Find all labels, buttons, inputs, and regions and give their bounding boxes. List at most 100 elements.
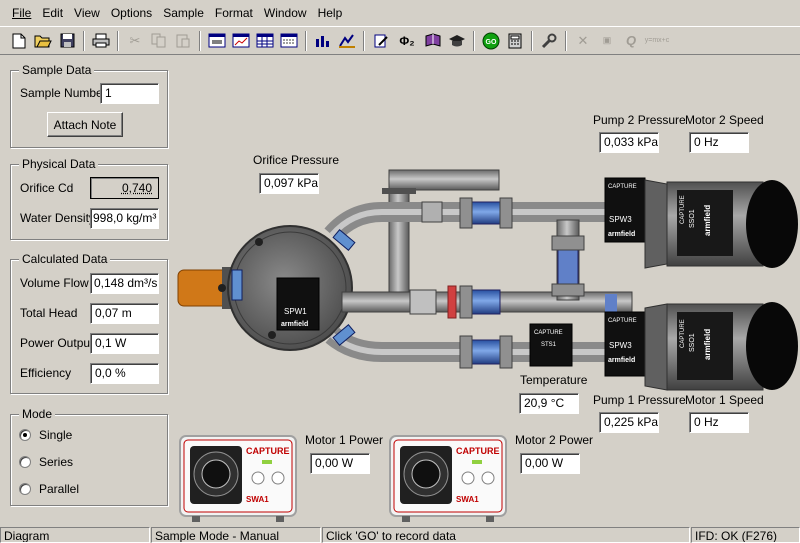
pump1-pressure-label: Pump 1 Pressure bbox=[593, 393, 686, 407]
volume-flow-field[interactable]: 0,148 dm³/s bbox=[90, 273, 159, 294]
radio-dot bbox=[19, 483, 31, 495]
data-view-icon[interactable] bbox=[278, 30, 300, 52]
mode-parallel-radio[interactable]: Parallel bbox=[19, 482, 79, 496]
query-icon[interactable]: Q bbox=[620, 30, 642, 52]
svg-text:SWA1: SWA1 bbox=[246, 495, 269, 504]
menu-window[interactable]: Window bbox=[264, 6, 307, 20]
radio-dot bbox=[19, 456, 31, 468]
svg-text:armfield: armfield bbox=[703, 205, 712, 236]
phi-icon[interactable]: Φ₂ bbox=[394, 30, 420, 52]
svg-text:armfield: armfield bbox=[703, 329, 712, 360]
status-hint: Click 'GO' to record data bbox=[322, 527, 690, 543]
pump1-pressure-field[interactable]: 0,225 kPa bbox=[599, 412, 659, 433]
curve-fit-icon[interactable]: y=mx+c bbox=[644, 30, 670, 52]
motor1-power-label: Motor 1 Power bbox=[305, 433, 384, 447]
menu-format[interactable]: Format bbox=[215, 6, 253, 20]
motor1-speed-field[interactable]: 0 Hz bbox=[689, 412, 749, 433]
toolbar-separator bbox=[473, 30, 475, 51]
menu-options[interactable]: Options bbox=[111, 6, 152, 20]
table-view-icon[interactable] bbox=[254, 30, 276, 52]
temperature-field[interactable]: 20,9 °C bbox=[519, 393, 579, 414]
svg-text:CAPTURE: CAPTURE bbox=[246, 446, 290, 456]
print-icon[interactable] bbox=[90, 30, 112, 52]
physical-data-title: Physical Data bbox=[19, 157, 99, 171]
pump2-pressure-field[interactable]: 0,033 kPa bbox=[599, 132, 659, 153]
power-output-field[interactable]: 0,1 W bbox=[90, 333, 159, 354]
mode-series-radio[interactable]: Series bbox=[19, 455, 73, 469]
toolbar-separator bbox=[531, 30, 533, 51]
motor-2-controller: CAPTURE SWA1 bbox=[389, 435, 507, 522]
svg-text:CAPTURE: CAPTURE bbox=[456, 446, 500, 456]
svg-text:CAPTURE: CAPTURE bbox=[680, 319, 686, 348]
menu-bar: File Edit View Options Sample Format Win… bbox=[0, 0, 800, 26]
statistics-icon[interactable]: ▣ bbox=[596, 30, 618, 52]
orifice-pressure-field[interactable]: 0,097 kPa bbox=[259, 173, 319, 194]
orifice-cd-field[interactable]: 0,740 bbox=[90, 177, 159, 199]
total-head-field[interactable]: 0,07 m bbox=[90, 303, 159, 324]
svg-text:CAPTURE: CAPTURE bbox=[608, 318, 637, 324]
svg-text:armfield: armfield bbox=[608, 231, 635, 238]
sample-number-field[interactable]: 1 bbox=[100, 83, 159, 104]
svg-text:SPW3: SPW3 bbox=[609, 341, 632, 350]
svg-text:CAPTURE: CAPTURE bbox=[534, 330, 563, 336]
edit-note-icon[interactable] bbox=[370, 30, 392, 52]
lower-coupling bbox=[469, 339, 501, 365]
motor2-speed-field[interactable]: 0 Hz bbox=[689, 132, 749, 153]
toolbar-separator bbox=[363, 30, 365, 51]
toolbar: ✂ Φ₂ GO ✕ ▣ Q y=mx+c bbox=[0, 27, 800, 55]
bar-chart-icon[interactable] bbox=[312, 30, 334, 52]
pump-2: CAPTURE SPW3 armfield SSO1 armfield CAPT… bbox=[604, 177, 798, 269]
motor1-speed-label: Motor 1 Speed bbox=[685, 393, 764, 407]
mode-single-label: Single bbox=[39, 428, 73, 442]
radio-dot bbox=[19, 429, 31, 441]
graph-view-icon[interactable] bbox=[230, 30, 252, 52]
svg-text:armfield: armfield bbox=[608, 357, 635, 364]
svg-text:SSO1: SSO1 bbox=[689, 209, 696, 228]
efficiency-field[interactable]: 0,0 % bbox=[90, 363, 159, 384]
motor2-power-field[interactable]: 0,00 W bbox=[520, 453, 580, 474]
chart-wizard-icon[interactable] bbox=[336, 30, 358, 52]
menu-file[interactable]: File bbox=[12, 6, 31, 20]
toolbar-separator bbox=[305, 30, 307, 51]
status-ifd: IFD: OK (F276) bbox=[691, 527, 800, 543]
open-icon[interactable] bbox=[32, 30, 54, 52]
attach-note-button[interactable]: Attach Note bbox=[47, 112, 123, 137]
svg-text:SSO1: SSO1 bbox=[689, 333, 696, 352]
total-head-label: Total Head bbox=[20, 306, 78, 320]
orifice-cd-label: Orifice Cd bbox=[20, 181, 74, 195]
graduation-cap-icon[interactable] bbox=[446, 30, 468, 52]
diagram-view-icon[interactable] bbox=[206, 30, 228, 52]
status-bar: Diagram Sample Mode - Manual Click 'GO' … bbox=[0, 526, 800, 543]
orifice-cd-value: 0,740 bbox=[121, 181, 152, 195]
cut-icon[interactable]: ✂ bbox=[124, 30, 146, 52]
go-button[interactable]: GO bbox=[480, 30, 502, 52]
sample-number-label: Sample Number bbox=[20, 86, 107, 100]
menu-view[interactable]: View bbox=[74, 6, 100, 20]
spw1-label: SPW1 bbox=[284, 307, 307, 316]
sample-data-title: Sample Data bbox=[19, 63, 95, 77]
menu-edit[interactable]: Edit bbox=[42, 6, 63, 20]
copy-icon[interactable] bbox=[148, 30, 170, 52]
svg-text:SPW3: SPW3 bbox=[609, 215, 632, 224]
new-icon[interactable] bbox=[8, 30, 30, 52]
calculated-data-title: Calculated Data bbox=[19, 252, 111, 266]
delete-icon[interactable]: ✕ bbox=[572, 30, 594, 52]
status-view: Diagram bbox=[0, 527, 150, 543]
book-icon[interactable] bbox=[422, 30, 444, 52]
save-icon[interactable] bbox=[56, 30, 78, 52]
toolbar-separator bbox=[83, 30, 85, 51]
motor1-power-field[interactable]: 0,00 W bbox=[310, 453, 370, 474]
toolbar-separator bbox=[117, 30, 119, 51]
water-density-field[interactable]: 998,0 kg/m³ bbox=[90, 208, 159, 229]
mode-single-radio[interactable]: Single bbox=[19, 428, 72, 442]
toolbar-separator bbox=[565, 30, 567, 51]
menu-sample[interactable]: Sample bbox=[163, 6, 204, 20]
water-density-label: Water Density bbox=[20, 211, 95, 225]
wrench-icon[interactable] bbox=[538, 30, 560, 52]
paste-icon[interactable] bbox=[172, 30, 194, 52]
mode-parallel-label: Parallel bbox=[39, 482, 80, 496]
mid-coupling bbox=[469, 289, 501, 315]
mode-title: Mode bbox=[19, 407, 56, 421]
menu-help[interactable]: Help bbox=[318, 6, 343, 20]
calculator-icon[interactable] bbox=[504, 30, 526, 52]
